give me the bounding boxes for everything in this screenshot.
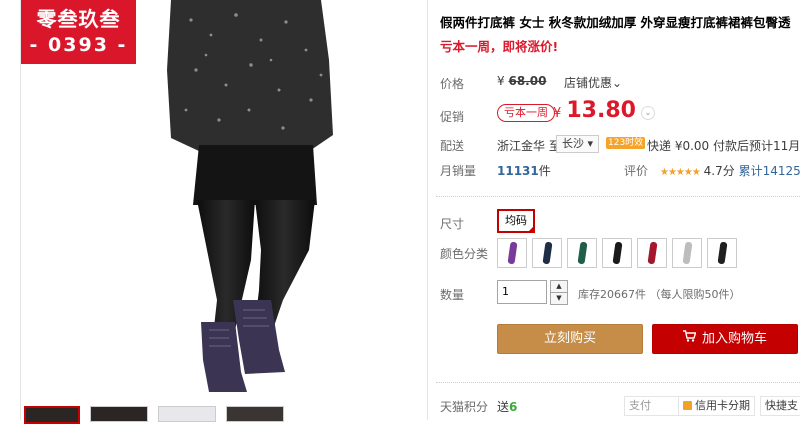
monthly-sales-unit: 件	[538, 164, 551, 178]
credit-card-icon	[683, 401, 692, 410]
rating-label: 评价	[624, 164, 649, 178]
quantity-label: 数量	[440, 288, 465, 302]
thumbnail-strip	[24, 406, 284, 424]
quantity-decrease-button[interactable]: ▼	[550, 292, 568, 305]
chevron-down-icon: ⌄	[612, 76, 623, 90]
tmall-points-text: 送	[497, 400, 510, 414]
add-to-cart-button[interactable]: 加入购物车	[652, 324, 798, 354]
color-swatch-purple[interactable]	[497, 238, 527, 268]
rating-score: 4.7分	[703, 164, 735, 178]
original-price-currency: ¥	[497, 74, 505, 88]
tmall-points-value: 6	[509, 400, 518, 414]
color-swatch-dark-green[interactable]	[567, 238, 597, 268]
section-divider	[436, 382, 800, 384]
store-promo-label: 店铺优惠	[564, 76, 613, 90]
city-select[interactable]: 长沙 ▾	[556, 135, 600, 153]
rating-stars-icon: ★★★★★	[660, 167, 701, 178]
product-subtitle: 亏本一周，即将涨价!	[440, 39, 559, 54]
swatch-leg-image	[612, 241, 623, 265]
delivery-origin: 浙江金华	[497, 139, 546, 153]
promo-price-value: 13.80	[566, 98, 636, 123]
color-swatch-black[interactable]	[602, 238, 632, 268]
rating-summary[interactable]: ★★★★★ 4.7分 累计14125	[660, 162, 800, 179]
chevron-down-icon: ▾	[587, 137, 594, 150]
brand-name: 零叁玖叁	[36, 7, 121, 31]
color-swatch-navy[interactable]	[532, 238, 562, 268]
delivery-hour-badge: 123时效	[606, 137, 646, 149]
price-label: 价格	[440, 77, 465, 91]
section-divider	[436, 196, 800, 198]
brand-code: - 0393 -	[29, 34, 128, 56]
color-swatch-list	[497, 238, 737, 268]
monthly-sales: 11131件	[497, 162, 551, 179]
promo-expand-icon[interactable]: ⌄	[641, 106, 655, 120]
thumbnail-item[interactable]	[24, 406, 80, 424]
original-price-value: 68.00	[508, 74, 547, 88]
swatch-leg-image	[647, 241, 658, 265]
stock-info: 库存20667件 （每人限购50件）	[578, 288, 741, 301]
review-count-link[interactable]: 累计14125	[739, 164, 800, 178]
installment-label: 信用卡分期	[695, 399, 750, 412]
color-swatch-wine-red[interactable]	[637, 238, 667, 268]
delivery-label: 配送	[440, 139, 465, 153]
buy-now-button[interactable]: 立刻购买	[497, 324, 643, 354]
swatch-leg-image	[507, 241, 518, 265]
monthly-sales-label: 月销量	[440, 164, 477, 178]
promo-tag: 亏本一周	[497, 104, 555, 122]
promo-label: 促销	[440, 110, 465, 124]
product-title: 假两件打底裤 女士 秋冬款加绒加厚 外穿显瘦打底裤裙裤包臀透	[440, 15, 791, 30]
size-label: 尺寸	[440, 217, 465, 231]
store-promo-link[interactable]: 店铺优惠⌄	[564, 74, 622, 91]
tmall-points: 送6	[497, 398, 517, 415]
color-label: 颜色分类	[440, 247, 489, 261]
color-swatch-light-gray[interactable]	[672, 238, 702, 268]
swatch-leg-image	[682, 241, 693, 265]
promo-price-currency: ¥	[553, 106, 562, 121]
swatch-leg-image	[577, 241, 588, 265]
brand-badge: 零叁玖叁 - 0393 -	[21, 0, 136, 64]
city-select-value: 长沙	[562, 137, 584, 150]
size-option-selected[interactable]: 均码	[497, 209, 535, 233]
delivery-info: 快递 ¥0.00 付款后预计11月25日送	[647, 139, 800, 153]
monthly-sales-count: 11131	[497, 164, 539, 178]
cart-icon	[682, 325, 697, 353]
swatch-leg-image	[717, 241, 728, 265]
payment-tab-installment[interactable]: 信用卡分期	[678, 396, 755, 416]
add-to-cart-label: 加入购物车	[701, 331, 767, 347]
payment-tab-pay[interactable]: 支付	[624, 396, 684, 416]
quantity-input[interactable]	[497, 280, 547, 304]
payment-tab-quickpay[interactable]: 快捷支	[760, 396, 800, 416]
image-panel-border-right	[427, 0, 428, 420]
swatch-leg-image	[542, 241, 553, 265]
original-price: ¥ 68.00	[497, 74, 546, 88]
color-swatch-black-2[interactable]	[707, 238, 737, 268]
promo-price: ¥ 13.80	[553, 98, 636, 123]
tmall-points-label: 天猫积分	[440, 400, 489, 414]
delivery-from: 浙江金华 至	[497, 137, 561, 154]
